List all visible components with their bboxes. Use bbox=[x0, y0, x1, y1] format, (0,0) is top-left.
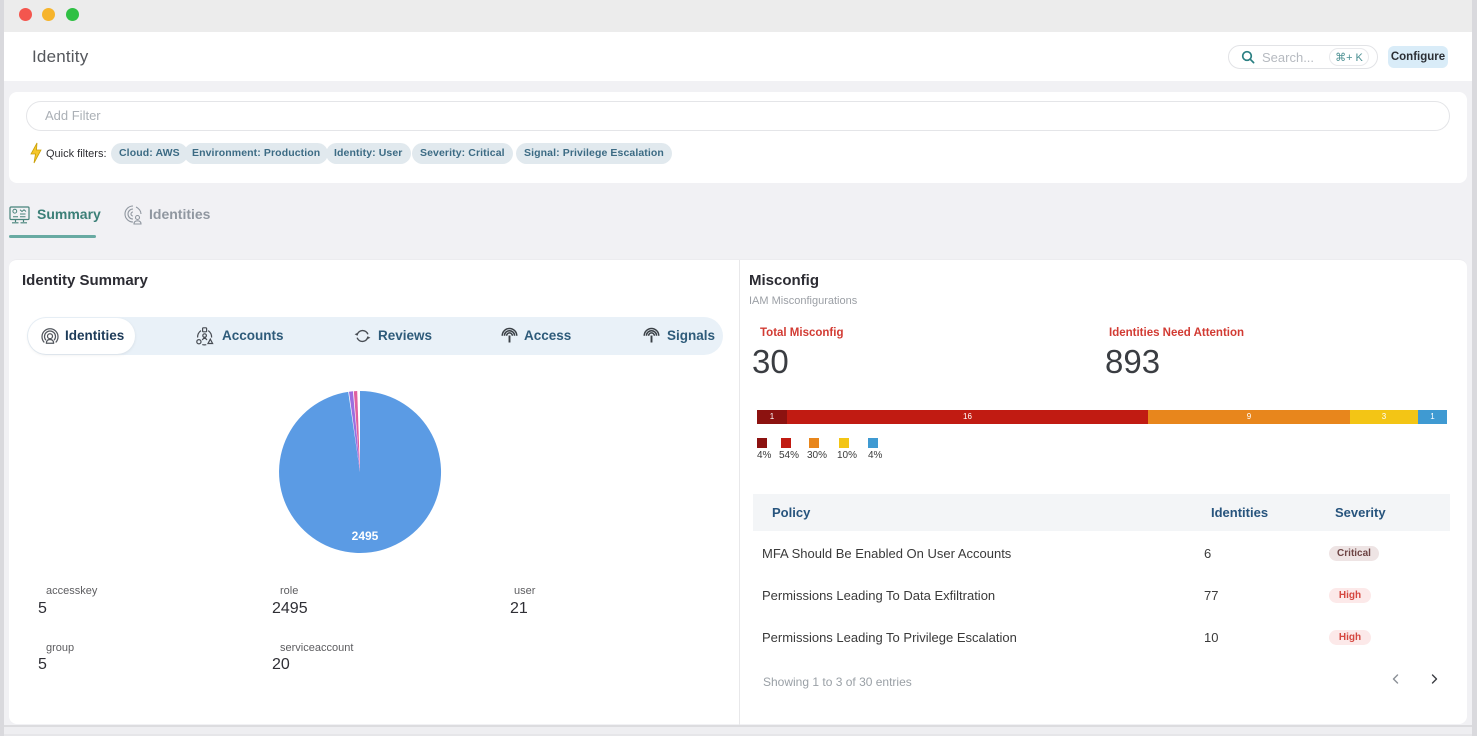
svg-text:2495: 2495 bbox=[352, 529, 379, 543]
